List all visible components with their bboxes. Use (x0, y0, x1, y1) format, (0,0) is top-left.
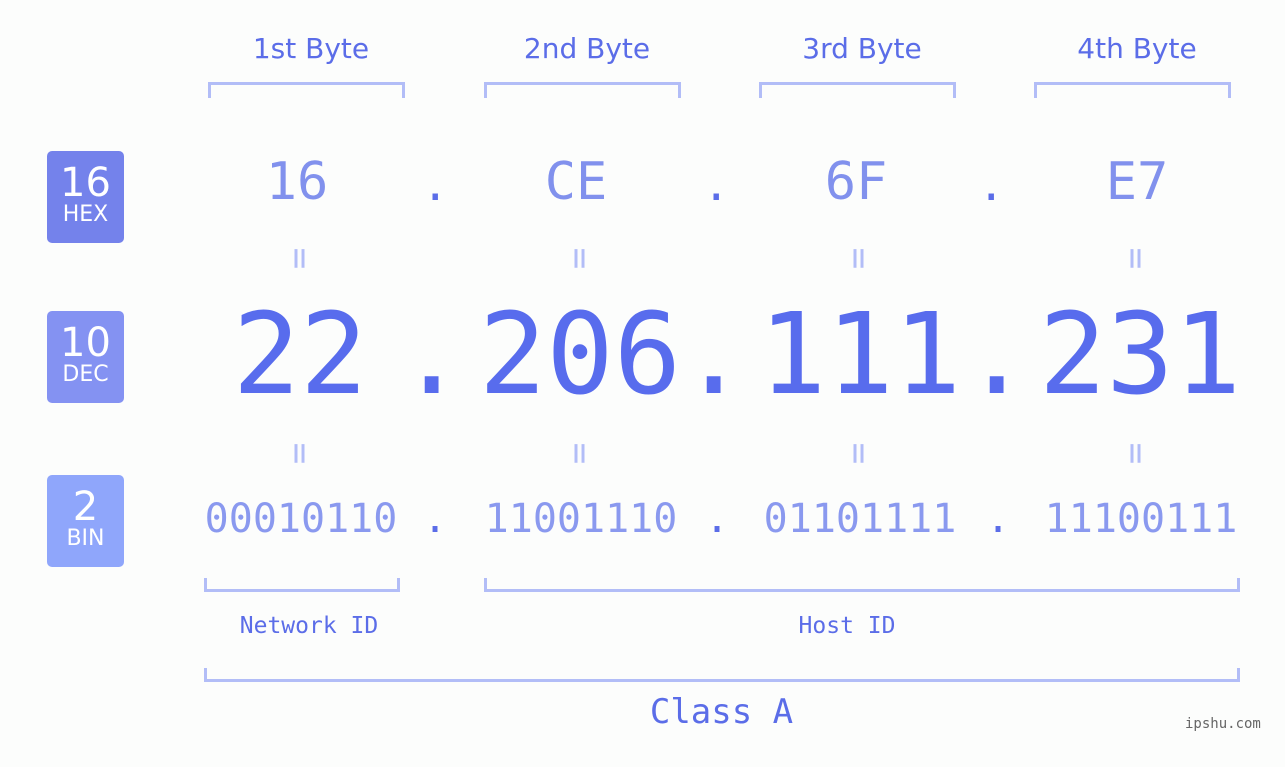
equals-icon: = (838, 247, 880, 270)
bin-badge: 2 BIN (47, 475, 124, 567)
equals-icon: = (1115, 442, 1157, 465)
bin-byte-1: 00010110 (204, 496, 398, 542)
hex-separator: . (978, 160, 1005, 211)
dec-byte-3: 111 (758, 290, 962, 420)
byte-bracket-1 (208, 82, 405, 98)
equals-icon: = (279, 442, 321, 465)
hex-byte-3: 6F (824, 152, 888, 212)
dec-byte-2: 206 (478, 290, 682, 420)
dec-byte-4: 231 (1038, 290, 1242, 420)
byte-bracket-3 (759, 82, 956, 98)
byte-label-4: 4th Byte (1077, 32, 1197, 65)
class-label: Class A (649, 692, 794, 732)
byte-label-2: 2nd Byte (523, 32, 651, 65)
hex-badge-number: 16 (60, 160, 111, 206)
dec-badge: 10 DEC (47, 311, 124, 403)
hex-byte-4: E7 (1105, 152, 1169, 212)
hex-byte-1: 16 (265, 152, 329, 212)
bin-byte-3: 01101111 (763, 496, 957, 542)
network-id-label: Network ID (239, 613, 379, 639)
hex-badge: 16 HEX (47, 151, 124, 243)
host-id-label: Host ID (798, 613, 896, 639)
equals-icon: = (279, 247, 321, 270)
byte-label-3: 3rd Byte (802, 32, 922, 65)
host-id-bracket (484, 578, 1240, 592)
dec-badge-label: DEC (62, 362, 109, 387)
bin-separator: . (705, 496, 730, 542)
bin-separator: . (986, 496, 1011, 542)
equals-icon: = (559, 247, 601, 270)
hex-badge-label: HEX (62, 202, 109, 227)
bin-badge-label: BIN (66, 526, 105, 551)
hex-byte-2: CE (544, 152, 608, 212)
bin-badge-number: 2 (72, 484, 99, 530)
dec-badge-number: 10 (60, 320, 111, 366)
watermark: ipshu.com (1185, 716, 1261, 732)
dec-byte-1: 22 (232, 290, 368, 420)
class-bracket (204, 668, 1240, 682)
network-id-bracket (204, 578, 400, 592)
hex-separator: . (422, 160, 449, 211)
bin-byte-4: 11100111 (1044, 496, 1238, 542)
byte-bracket-4 (1034, 82, 1231, 98)
byte-label-1: 1st Byte (252, 32, 370, 65)
equals-icon: = (838, 442, 880, 465)
byte-bracket-2 (484, 82, 681, 98)
bin-separator: . (423, 496, 448, 542)
equals-icon: = (559, 442, 601, 465)
bin-byte-2: 11001110 (484, 496, 678, 542)
equals-icon: = (1115, 247, 1157, 270)
hex-separator: . (703, 160, 730, 211)
